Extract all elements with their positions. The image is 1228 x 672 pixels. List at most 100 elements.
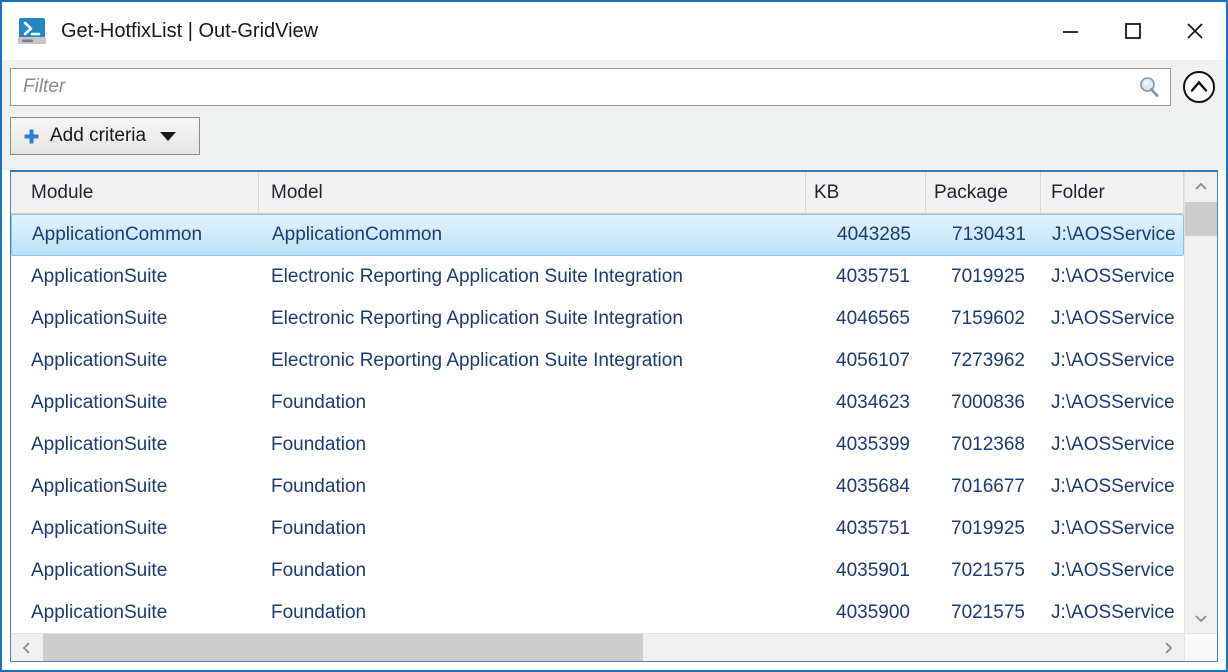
horizontal-scrollbar[interactable] — [11, 633, 1217, 661]
cell-module: ApplicationSuite — [11, 592, 259, 633]
scroll-right-button[interactable] — [1152, 634, 1184, 661]
table-row[interactable]: ApplicationSuiteFoundation40353997012368… — [11, 424, 1184, 466]
cell-folder: J:\AOSService — [1042, 215, 1183, 255]
plus-icon — [23, 128, 40, 145]
cell-kb: 4035751 — [806, 508, 926, 550]
column-header-module[interactable]: Module — [11, 172, 259, 213]
cell-module: ApplicationSuite — [11, 382, 259, 424]
table-row[interactable]: ApplicationCommonApplicationCommon404328… — [11, 214, 1184, 256]
cell-folder: J:\AOSService — [1041, 592, 1184, 633]
cell-model: Foundation — [259, 382, 806, 424]
cell-module: ApplicationSuite — [11, 256, 259, 298]
column-header-package[interactable]: Package — [926, 172, 1041, 213]
cell-model: Electronic Reporting Application Suite I… — [259, 298, 806, 340]
data-grid: ModuleModelKBPackageFolder ApplicationCo… — [10, 170, 1218, 662]
chevron-down-icon — [160, 132, 176, 141]
cell-module: ApplicationSuite — [11, 508, 259, 550]
scroll-left-button[interactable] — [11, 634, 43, 661]
cell-kb: 4035901 — [806, 550, 926, 592]
title-bar[interactable]: Get-HotfixList | Out-GridView — [2, 2, 1226, 60]
cell-package: 7000836 — [926, 382, 1041, 424]
cell-kb: 4056107 — [806, 340, 926, 382]
filter-pane: Add criteria — [2, 60, 1226, 170]
cell-package: 7016677 — [926, 466, 1041, 508]
maximize-button[interactable] — [1102, 2, 1164, 60]
table-row[interactable]: ApplicationSuiteElectronic Reporting App… — [11, 298, 1184, 340]
filter-input[interactable] — [21, 75, 1136, 99]
cell-package: 7019925 — [926, 256, 1041, 298]
cell-folder: J:\AOSService — [1041, 466, 1184, 508]
filter-input-box — [10, 68, 1171, 106]
cell-module: ApplicationCommon — [12, 215, 260, 255]
add-criteria-label: Add criteria — [50, 125, 146, 147]
cell-model: Foundation — [259, 592, 806, 633]
grid-main: ModuleModelKBPackageFolder ApplicationCo… — [11, 172, 1217, 633]
cell-module: ApplicationSuite — [11, 550, 259, 592]
grid-header-row: ModuleModelKBPackageFolder — [11, 172, 1184, 214]
cell-model: Electronic Reporting Application Suite I… — [259, 256, 806, 298]
window-title: Get-HotfixList | Out-GridView — [61, 20, 1040, 43]
collapse-criteria-button[interactable] — [1180, 68, 1218, 106]
column-header-model[interactable]: Model — [259, 172, 806, 213]
column-header-folder[interactable]: Folder — [1041, 172, 1184, 213]
vertical-scrollbar-track[interactable] — [1185, 236, 1217, 603]
cell-model: Foundation — [259, 508, 806, 550]
cell-folder: J:\AOSService — [1041, 508, 1184, 550]
close-button[interactable] — [1164, 2, 1226, 60]
cell-folder: J:\AOSService — [1041, 424, 1184, 466]
cell-folder: J:\AOSService — [1041, 382, 1184, 424]
table-row[interactable]: ApplicationSuiteFoundation40359017021575… — [11, 550, 1184, 592]
cell-kb: 4043285 — [807, 215, 927, 255]
cell-folder: J:\AOSService — [1041, 256, 1184, 298]
cell-module: ApplicationSuite — [11, 424, 259, 466]
filter-row — [10, 68, 1218, 106]
cell-package: 7021575 — [926, 550, 1041, 592]
cell-module: ApplicationSuite — [11, 466, 259, 508]
cell-folder: J:\AOSService — [1041, 550, 1184, 592]
scroll-down-button[interactable] — [1185, 603, 1217, 633]
cell-folder: J:\AOSService — [1041, 340, 1184, 382]
cell-package: 7159602 — [926, 298, 1041, 340]
cell-package: 7130431 — [927, 215, 1042, 255]
vertical-scrollbar[interactable] — [1184, 172, 1217, 633]
search-icon — [1136, 74, 1162, 100]
chevron-up-circle-icon — [1181, 69, 1217, 105]
out-gridview-window: Get-HotfixList | Out-GridView — [0, 0, 1228, 672]
table-row[interactable]: ApplicationSuiteElectronic Reporting App… — [11, 256, 1184, 298]
cell-module: ApplicationSuite — [11, 340, 259, 382]
table-row[interactable]: ApplicationSuiteFoundation40346237000836… — [11, 382, 1184, 424]
powershell-icon — [16, 15, 48, 47]
cell-kb: 4034623 — [806, 382, 926, 424]
add-criteria-button[interactable]: Add criteria — [10, 117, 200, 155]
cell-model: Foundation — [259, 550, 806, 592]
table-row[interactable]: ApplicationSuiteFoundation40359007021575… — [11, 592, 1184, 633]
cell-kb: 4035751 — [806, 256, 926, 298]
cell-package: 7021575 — [926, 592, 1041, 633]
minimize-button[interactable] — [1040, 2, 1102, 60]
cell-package: 7273962 — [926, 340, 1041, 382]
cell-kb: 4035684 — [806, 466, 926, 508]
cell-module: ApplicationSuite — [11, 298, 259, 340]
table-row[interactable]: ApplicationSuiteFoundation40357517019925… — [11, 508, 1184, 550]
criteria-row: Add criteria — [10, 117, 1218, 155]
column-header-kb[interactable]: KB — [806, 172, 926, 213]
cell-kb: 4046565 — [806, 298, 926, 340]
cell-model: Foundation — [259, 424, 806, 466]
cell-folder: J:\AOSService — [1041, 298, 1184, 340]
grid-rows: ApplicationCommonApplicationCommon404328… — [11, 214, 1184, 633]
cell-package: 7012368 — [926, 424, 1041, 466]
table-row[interactable]: ApplicationSuiteElectronic Reporting App… — [11, 340, 1184, 382]
cell-package: 7019925 — [926, 508, 1041, 550]
vertical-scrollbar-thumb[interactable] — [1185, 202, 1217, 236]
horizontal-scrollbar-track[interactable] — [643, 634, 1152, 661]
scrollbar-corner — [1184, 634, 1217, 661]
cell-model: Foundation — [259, 466, 806, 508]
grid-content: ModuleModelKBPackageFolder ApplicationCo… — [11, 172, 1184, 633]
cell-kb: 4035399 — [806, 424, 926, 466]
table-row[interactable]: ApplicationSuiteFoundation40356847016677… — [11, 466, 1184, 508]
horizontal-scrollbar-thumb[interactable] — [43, 634, 643, 661]
cell-kb: 4035900 — [806, 592, 926, 633]
cell-model: ApplicationCommon — [260, 215, 807, 255]
cell-model: Electronic Reporting Application Suite I… — [259, 340, 806, 382]
scroll-up-button[interactable] — [1185, 172, 1217, 202]
